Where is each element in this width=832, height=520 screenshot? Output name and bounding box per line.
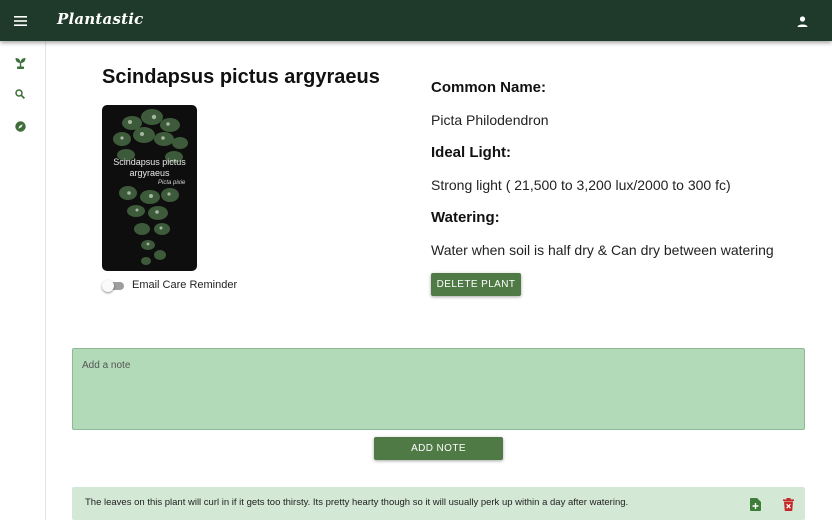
delete-plant-button[interactable]: DELETE PLANT	[431, 273, 521, 296]
account-icon[interactable]	[792, 11, 812, 31]
page-title: Scindapsus pictus argyraeus	[102, 66, 380, 88]
app-logo[interactable]: Plantastic	[57, 10, 143, 28]
image-caption-line1: Scindapsus pictus	[113, 157, 186, 167]
ideal-light-label: Ideal Light:	[431, 144, 511, 161]
email-reminder-toggle[interactable]	[102, 280, 125, 292]
trash-icon[interactable]	[781, 496, 795, 512]
watering-value: Water when soil is half dry & Can dry be…	[431, 242, 774, 258]
note-add-icon[interactable]	[748, 496, 762, 512]
search-icon[interactable]	[12, 86, 28, 102]
email-reminder-label: Email Care Reminder	[132, 279, 238, 291]
note-card: The leaves on this plant will curl in if…	[72, 487, 805, 520]
toggle-thumb	[102, 280, 114, 292]
watering-label: Watering:	[431, 209, 500, 226]
image-caption-line3: Picta pixie	[158, 180, 186, 186]
image-caption-line2: argyraeus	[129, 168, 170, 178]
add-note-button[interactable]: ADD NOTE	[374, 437, 503, 460]
note-input[interactable]: Add a note	[72, 348, 805, 430]
common-name-label: Common Name:	[431, 79, 547, 96]
common-name-value: Picta Philodendron	[431, 112, 549, 128]
hamburger-menu-icon[interactable]	[9, 10, 31, 32]
note-placeholder: Add a note	[82, 360, 131, 371]
plant-image: Scindapsus pictus argyraeus Picta pixie	[102, 105, 197, 271]
seedling-icon[interactable]	[12, 55, 28, 71]
app-bar: Plantastic	[0, 0, 832, 41]
side-rail	[0, 41, 46, 520]
explore-compass-icon[interactable]	[12, 118, 28, 134]
note-text: The leaves on this plant will curl in if…	[85, 497, 629, 508]
ideal-light-value: Strong light ( 21,500 to 3,200 lux/2000 …	[431, 177, 731, 193]
